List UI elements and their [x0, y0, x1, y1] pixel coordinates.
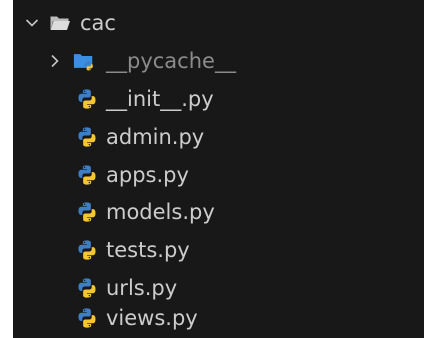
python-icon — [76, 126, 98, 148]
folder-label-pycache: __pycache__ — [106, 49, 236, 73]
file-label: apps.py — [106, 163, 189, 187]
file-explorer: cac __pycache__ __init__.py admin.py app… — [13, 0, 424, 338]
file-label: __init__.py — [106, 87, 214, 111]
file-row[interactable]: __init__.py — [13, 80, 424, 118]
python-icon — [76, 164, 98, 186]
python-icon — [76, 239, 98, 261]
file-label: views.py — [106, 306, 198, 330]
file-row[interactable]: admin.py — [13, 118, 424, 156]
file-label: admin.py — [106, 125, 205, 149]
file-row[interactable]: tests.py — [13, 231, 424, 269]
folder-label-cac: cac — [80, 11, 116, 35]
python-icon — [76, 201, 98, 223]
python-icon — [76, 277, 98, 299]
file-row[interactable]: apps.py — [13, 156, 424, 194]
python-icon — [76, 88, 98, 110]
folder-row-pycache[interactable]: __pycache__ — [13, 42, 424, 80]
python-icon — [76, 307, 98, 329]
file-label: tests.py — [106, 238, 190, 262]
file-row[interactable]: models.py — [13, 193, 424, 231]
file-label: models.py — [106, 200, 215, 224]
folder-python-icon — [73, 50, 95, 72]
folder-row-cac[interactable]: cac — [13, 4, 424, 42]
file-row[interactable]: views.py — [13, 299, 424, 337]
chevron-right-icon[interactable] — [47, 53, 63, 69]
folder-open-icon — [49, 12, 71, 34]
chevron-down-icon[interactable] — [24, 15, 40, 31]
